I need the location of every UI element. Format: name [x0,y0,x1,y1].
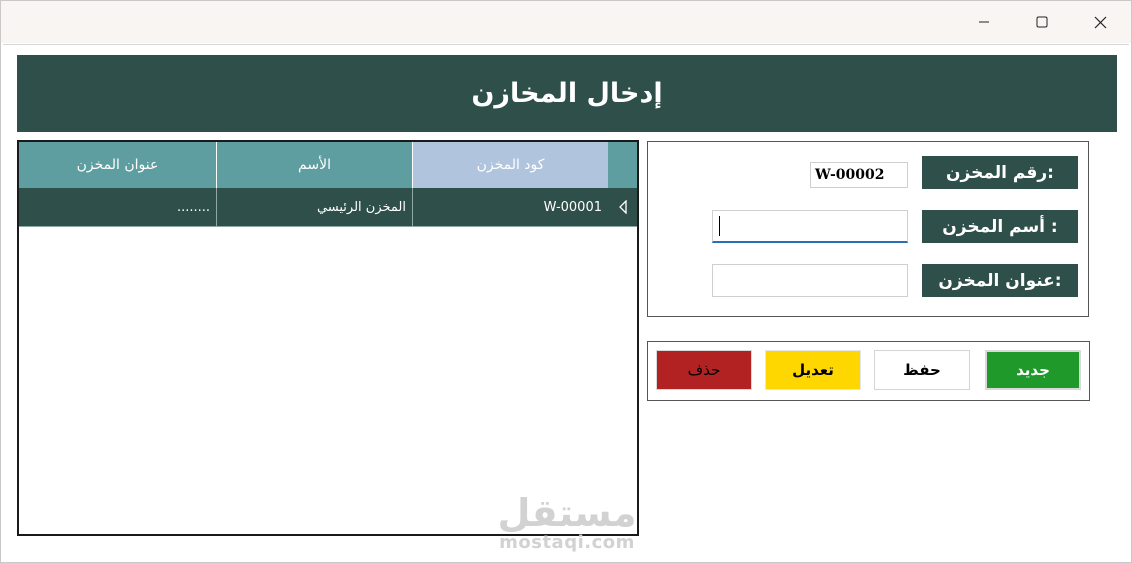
grid-row-header-corner [608,142,637,188]
minimize-button[interactable] [955,1,1013,43]
delete-button[interactable]: حذف [656,350,752,390]
text-caret [719,216,720,236]
maximize-button[interactable] [1013,1,1071,43]
page-header: إدخال المخازن [17,55,1117,132]
warehouse-address-label: عنوان المخزن: [922,264,1078,297]
row-selector[interactable] [608,188,637,226]
grid-header-row: كود المخزن الأسم عنوان المخزن [19,142,637,188]
form-client-area: إدخال المخازن كود المخزن الأسم عنوان الم… [3,44,1129,562]
watermark-arabic: مستقل [497,491,637,535]
table-row[interactable]: W-00001 المخزن الرئيسي ........ [19,188,637,227]
warehouse-name-label: أسم المخزن : [922,210,1078,243]
column-header-code[interactable]: كود المخزن [412,142,608,188]
warehouse-form-panel: رقم المخزن: W-00002 أسم المخزن : عنوان ا… [647,141,1089,317]
warehouse-address-field[interactable] [712,264,908,297]
cell-code[interactable]: W-00001 [412,188,608,226]
new-button[interactable]: جديد [985,350,1081,390]
warehouses-grid[interactable]: كود المخزن الأسم عنوان المخزن W-00001 ال… [17,140,639,536]
cell-name[interactable]: المخزن الرئيسي [216,188,412,226]
watermark: مستقل mostaqi.com [497,493,637,557]
column-header-address[interactable]: عنوان المخزن [19,142,216,188]
warehouse-number-field[interactable]: W-00002 [810,162,908,188]
warehouse-name-field[interactable] [712,210,908,243]
actions-panel: جديد حفظ تعديل حذف [647,341,1090,401]
watermark-latin: mostaqi.com [499,532,635,553]
page-title: إدخال المخازن [471,78,663,109]
edit-button[interactable]: تعديل [765,350,861,390]
maximize-icon [1036,16,1048,28]
minimize-icon [979,21,989,23]
row-pointer-icon [618,200,627,214]
title-bar [1,1,1131,43]
close-button[interactable] [1071,1,1129,43]
app-window: إدخال المخازن كود المخزن الأسم عنوان الم… [0,0,1132,563]
save-button[interactable]: حفظ [874,350,970,390]
close-icon [1094,16,1106,28]
cell-address[interactable]: ........ [19,188,216,226]
column-header-name[interactable]: الأسم [216,142,412,188]
warehouse-number-label: رقم المخزن: [922,156,1078,189]
